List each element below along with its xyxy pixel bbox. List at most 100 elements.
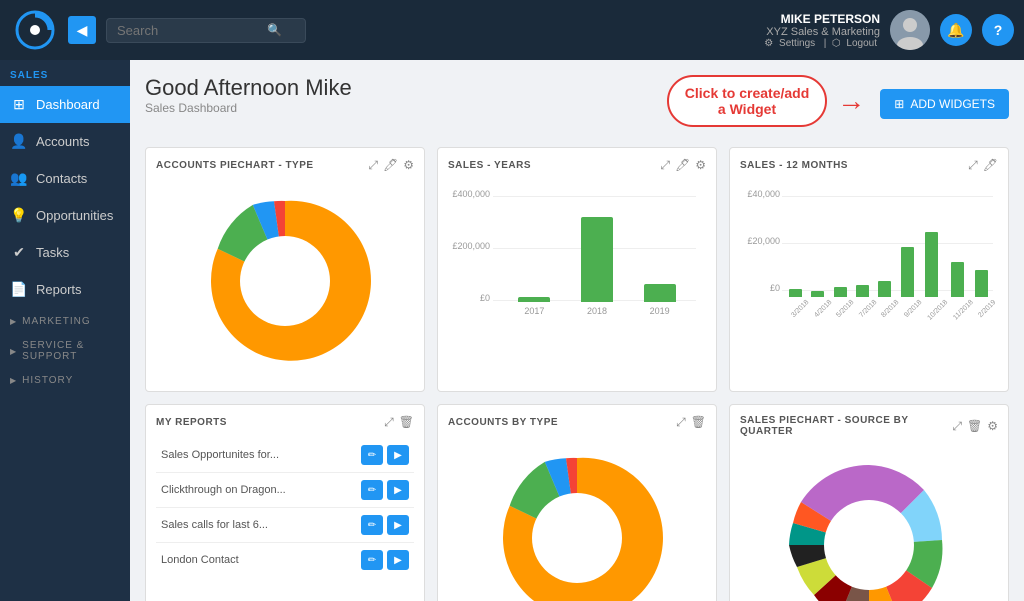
sidebar-toggle-button[interactable]: ◀ [68, 16, 96, 44]
sidebar-item-label: Accounts [36, 134, 89, 149]
report-label: London Contact [161, 554, 239, 566]
small-bar: 3/2018 [784, 289, 805, 306]
page-title-area: Good Afternoon Mike Sales Dashboard [145, 75, 352, 115]
widget-actions: ⤢ 🗑 ⚙ [952, 419, 998, 434]
reports-icon: 📄 [10, 281, 28, 298]
page-subtitle: Sales Dashboard [145, 101, 352, 115]
top-nav: ◀ 🔍 MIKE PETERSON XYZ Sales & Marketing … [0, 0, 1024, 60]
widget-header: SALES PIECHART - SOURCE BY QUARTER ⤢ 🗑 ⚙ [740, 415, 998, 437]
dashboard-icon: ⊞ [10, 96, 28, 113]
edit-icon[interactable]: 🖊 [675, 158, 690, 173]
logout-link[interactable]: Logout [846, 38, 877, 49]
notification-button[interactable]: 🔔 [940, 14, 972, 46]
report-run-button[interactable]: ▶ [387, 480, 409, 500]
widget-actions: ⤢ 🗑 [676, 415, 706, 430]
expand-icon[interactable]: ⤢ [952, 419, 962, 434]
donut-chart-accounts [156, 181, 414, 381]
donut-chart-source-quarter [740, 445, 998, 601]
sidebar: SALES ⊞ Dashboard 👤 Accounts 👥 Contacts … [0, 60, 130, 601]
report-item-actions: ✏ ▶ [361, 445, 409, 465]
edit-icon[interactable]: 🖊 [983, 158, 998, 173]
report-edit-button[interactable]: ✏ [361, 480, 383, 500]
widget-header: ACCOUNTS BY TYPE ⤢ 🗑 [448, 415, 706, 430]
report-label: Clickthrough on Dragon... [161, 484, 286, 496]
user-links: ⚙ Settings | ⬡ Logout [764, 38, 880, 49]
accounts-by-type-widget: ACCOUNTS BY TYPE ⤢ 🗑 [437, 404, 717, 601]
widget-header: ACCOUNTS PIECHART - TYPE ⤢ 🖊 ⚙ [156, 158, 414, 173]
user-company: XYZ Sales & Marketing [764, 26, 880, 38]
delete-icon[interactable]: 🗑 [399, 415, 414, 430]
report-item: London Contact ✏ ▶ [156, 543, 414, 577]
reports-list: Sales Opportunites for... ✏ ▶ Clickthrou… [156, 438, 414, 577]
nav-right: MIKE PETERSON XYZ Sales & Marketing ⚙ Se… [764, 10, 1014, 50]
donut-chart-accounts-type [448, 438, 706, 601]
settings-link[interactable]: Settings [779, 38, 815, 49]
expand-icon[interactable]: ⤢ [368, 158, 378, 173]
sidebar-item-accounts[interactable]: 👤 Accounts [0, 123, 130, 160]
report-item-actions: ✏ ▶ [361, 515, 409, 535]
expand-icon[interactable]: ⤢ [676, 415, 686, 430]
sidebar-item-reports[interactable]: 📄 Reports [0, 271, 130, 308]
widget-title: SALES - YEARS [448, 160, 531, 171]
help-button[interactable]: ? [982, 14, 1014, 46]
report-item: Sales calls for last 6... ✏ ▶ [156, 508, 414, 543]
report-label: Sales Opportunites for... [161, 449, 279, 461]
report-edit-button[interactable]: ✏ [361, 515, 383, 535]
add-widgets-button[interactable]: ⊞ ADD WIDGETS [880, 89, 1009, 119]
sidebar-item-label: Reports [36, 282, 82, 297]
widget-title: ACCOUNTS PIECHART - TYPE [156, 160, 314, 171]
search-icon: 🔍 [267, 23, 282, 37]
accounts-icon: 👤 [10, 133, 28, 150]
search-bar: 🔍 [106, 18, 306, 43]
report-run-button[interactable]: ▶ [387, 550, 409, 570]
report-edit-button[interactable]: ✏ [361, 445, 383, 465]
back-icon: ◀ [77, 22, 88, 39]
widget-title: ACCOUNTS BY TYPE [448, 417, 558, 428]
expand-icon[interactable]: ⤢ [660, 158, 670, 173]
sidebar-item-label: Dashboard [36, 97, 100, 112]
grid-icon: ⊞ [894, 97, 904, 111]
callout-text-line1: Click to create/add [685, 85, 810, 101]
report-run-button[interactable]: ▶ [387, 445, 409, 465]
widget-title: SALES PIECHART - SOURCE BY QUARTER [740, 415, 952, 437]
sidebar-item-label: Contacts [36, 171, 87, 186]
delete-icon[interactable]: 🗑 [967, 419, 982, 434]
widget-title: MY REPORTS [156, 417, 227, 428]
report-item-actions: ✏ ▶ [361, 480, 409, 500]
history-section-title[interactable]: HISTORY [0, 367, 130, 391]
edit-icon[interactable]: 🖊 [383, 158, 398, 173]
widget-actions: ⤢ 🖊 ⚙ [660, 158, 706, 173]
sidebar-item-tasks[interactable]: ✔ Tasks [0, 234, 130, 271]
service-section-title[interactable]: SERVICE & SUPPORT [0, 332, 130, 367]
settings-icon[interactable]: ⚙ [403, 158, 414, 173]
report-item-actions: ✏ ▶ [361, 550, 409, 570]
main-content: Good Afternoon Mike Sales Dashboard Clic… [130, 60, 1024, 601]
sidebar-item-opportunities[interactable]: 💡 Opportunities [0, 197, 130, 234]
accounts-piechart-widget: ACCOUNTS PIECHART - TYPE ⤢ 🖊 ⚙ [145, 147, 425, 392]
expand-icon[interactable]: ⤢ [968, 158, 978, 173]
tasks-icon: ✔ [10, 244, 28, 261]
widget-actions: ⤢ 🖊 ⚙ [368, 158, 414, 173]
sales-piechart-quarter-widget: SALES PIECHART - SOURCE BY QUARTER ⤢ 🗑 ⚙ [729, 404, 1009, 601]
user-name: MIKE PETERSON [764, 12, 880, 26]
dashboard-grid: ACCOUNTS PIECHART - TYPE ⤢ 🖊 ⚙ [145, 147, 1009, 601]
widget-title: SALES - 12 MONTHS [740, 160, 848, 171]
sidebar-item-contacts[interactable]: 👥 Contacts [0, 160, 130, 197]
sidebar-item-label: Opportunities [36, 208, 113, 223]
widget-actions: ⤢ 🗑 [384, 415, 414, 430]
avatar [890, 10, 930, 50]
widget-actions: ⤢ 🖊 [968, 158, 998, 173]
report-edit-button[interactable]: ✏ [361, 550, 383, 570]
report-run-button[interactable]: ▶ [387, 515, 409, 535]
callout-arrow-icon: → [837, 85, 865, 117]
search-input[interactable] [117, 23, 267, 38]
expand-icon[interactable]: ⤢ [384, 415, 394, 430]
settings-icon[interactable]: ⚙ [695, 158, 706, 173]
contacts-icon: 👥 [10, 170, 28, 187]
small-bar: 9/2018 [897, 247, 918, 306]
delete-icon[interactable]: 🗑 [691, 415, 706, 430]
bar-2018: 2018 [581, 217, 613, 316]
settings-icon[interactable]: ⚙ [987, 419, 998, 434]
sidebar-item-dashboard[interactable]: ⊞ Dashboard [0, 86, 130, 123]
marketing-section-title[interactable]: MARKETING [0, 308, 130, 332]
